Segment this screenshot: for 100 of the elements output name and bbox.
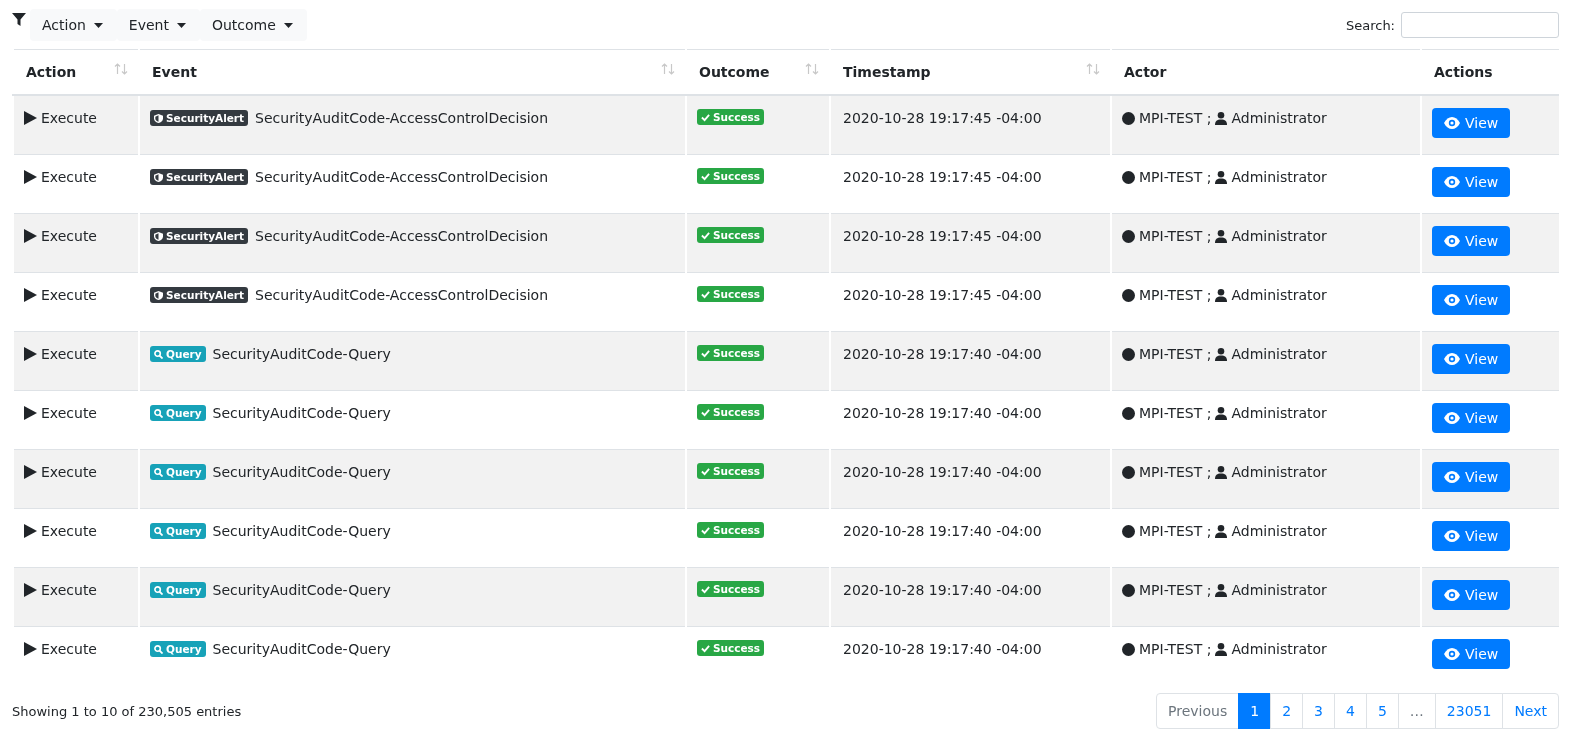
event-text: SecurityAuditCode-AccessControlDecision <box>255 169 548 185</box>
event-text: SecurityAuditCode-AccessControlDecision <box>255 287 548 303</box>
outcome-badge: Success <box>697 522 765 538</box>
page-link[interactable]: 23051 <box>1434 693 1504 729</box>
event-text: SecurityAuditCode-Query <box>212 346 391 362</box>
page-link[interactable]: 2 <box>1270 693 1304 729</box>
view-button[interactable]: View <box>1432 639 1511 669</box>
timestamp-text: 2020-10-28 19:17:45 -04:00 <box>842 110 1042 126</box>
eye-icon <box>1444 648 1460 660</box>
device-text: MPI-TEST ; <box>1139 287 1212 303</box>
view-button[interactable]: View <box>1432 285 1511 315</box>
device-text: MPI-TEST ; <box>1139 641 1212 657</box>
action-text: Execute <box>41 523 97 539</box>
search-icon <box>154 408 163 418</box>
play-icon <box>24 347 37 361</box>
action-text: Execute <box>41 228 97 244</box>
device-dot-icon <box>1122 583 1135 597</box>
action-text: Execute <box>41 582 97 598</box>
sort-icon <box>805 62 819 76</box>
user-text: Administrator <box>1231 582 1327 598</box>
event-text: SecurityAuditCode-Query <box>212 582 391 598</box>
view-button[interactable]: View <box>1432 580 1511 610</box>
timestamp-text: 2020-10-28 19:17:45 -04:00 <box>842 287 1042 303</box>
user-icon <box>1215 170 1228 184</box>
check-icon <box>701 230 710 240</box>
search-field[interactable] <box>1401 12 1559 38</box>
play-icon <box>24 583 37 597</box>
caret-icon <box>93 22 103 28</box>
play-icon <box>24 642 37 656</box>
device-dot-icon <box>1122 347 1135 361</box>
user-icon <box>1215 347 1228 361</box>
user-icon <box>1215 111 1228 125</box>
view-button[interactable]: View <box>1432 108 1511 138</box>
event-text: SecurityAuditCode-Query <box>212 464 391 480</box>
filter-dropdown[interactable]: Action <box>30 9 117 41</box>
search-icon <box>154 526 163 536</box>
timestamp-text: 2020-10-28 19:17:40 -04:00 <box>842 523 1042 539</box>
eye-icon <box>1444 471 1460 483</box>
outcome-badge: Success <box>697 463 765 479</box>
user-text: Administrator <box>1231 405 1327 421</box>
entries-info: Showing 1 to 10 of 230,505 entries <box>12 703 242 719</box>
device-text: MPI-TEST ; <box>1139 582 1212 598</box>
shield-icon <box>154 290 163 300</box>
search-icon <box>154 585 163 595</box>
action-text: Execute <box>41 169 97 185</box>
search-label: Search: <box>1345 17 1395 33</box>
timestamp-text: 2020-10-28 19:17:40 -04:00 <box>842 346 1042 362</box>
view-button[interactable]: View <box>1432 462 1511 492</box>
action-text: Execute <box>41 641 97 657</box>
outcome-badge: Success <box>697 168 765 184</box>
device-text: MPI-TEST ; <box>1139 228 1212 244</box>
device-dot-icon <box>1122 406 1135 420</box>
user-text: Administrator <box>1231 110 1327 126</box>
device-dot-icon <box>1122 288 1135 302</box>
user-text: Administrator <box>1231 346 1327 362</box>
search-icon <box>154 349 163 359</box>
view-button[interactable]: View <box>1432 344 1511 374</box>
action-text: Execute <box>41 110 97 126</box>
user-text: Administrator <box>1231 228 1327 244</box>
page-link[interactable]: 4 <box>1334 693 1367 729</box>
device-dot-icon <box>1122 524 1135 538</box>
device-text: MPI-TEST ; <box>1139 110 1212 126</box>
eye-icon <box>1444 589 1460 601</box>
filter-dropdown[interactable]: Outcome <box>199 9 307 41</box>
check-icon <box>701 584 710 594</box>
eye-icon <box>1444 117 1460 129</box>
event-badge: SecurityAlert <box>150 169 249 185</box>
event-badge: Query <box>150 523 206 539</box>
action-text: Execute <box>41 287 97 303</box>
eye-icon <box>1444 353 1460 365</box>
eye-icon <box>1444 294 1460 306</box>
search-icon <box>154 467 163 477</box>
user-text: Administrator <box>1231 287 1327 303</box>
device-dot-icon <box>1122 229 1135 243</box>
user-icon <box>1215 642 1228 656</box>
view-button[interactable]: View <box>1432 226 1511 256</box>
event-badge: SecurityAlert <box>150 228 249 244</box>
page-link[interactable]: 1 <box>1238 693 1272 729</box>
shield-icon <box>154 113 163 123</box>
user-text: Administrator <box>1231 464 1327 480</box>
page-link[interactable]: 5 <box>1365 693 1399 729</box>
play-icon <box>24 229 37 243</box>
check-icon <box>701 525 710 535</box>
outcome-badge: Success <box>697 109 765 125</box>
action-text: Execute <box>41 346 97 362</box>
action-text: Execute <box>41 464 97 480</box>
page-link[interactable]: Next <box>1502 693 1559 729</box>
view-button[interactable]: View <box>1432 521 1511 551</box>
timestamp-text: 2020-10-28 19:17:40 -04:00 <box>842 641 1042 657</box>
user-icon <box>1215 229 1228 243</box>
user-text: Administrator <box>1231 523 1327 539</box>
check-icon <box>701 112 710 122</box>
sort-icon <box>1086 62 1100 76</box>
user-icon <box>1215 406 1228 420</box>
view-button[interactable]: View <box>1432 403 1511 433</box>
filter-dropdown[interactable]: Event <box>116 9 200 41</box>
page-link[interactable]: 3 <box>1302 693 1335 729</box>
user-text: Administrator <box>1231 169 1327 185</box>
view-button[interactable]: View <box>1432 167 1511 197</box>
search-icon <box>154 644 163 654</box>
